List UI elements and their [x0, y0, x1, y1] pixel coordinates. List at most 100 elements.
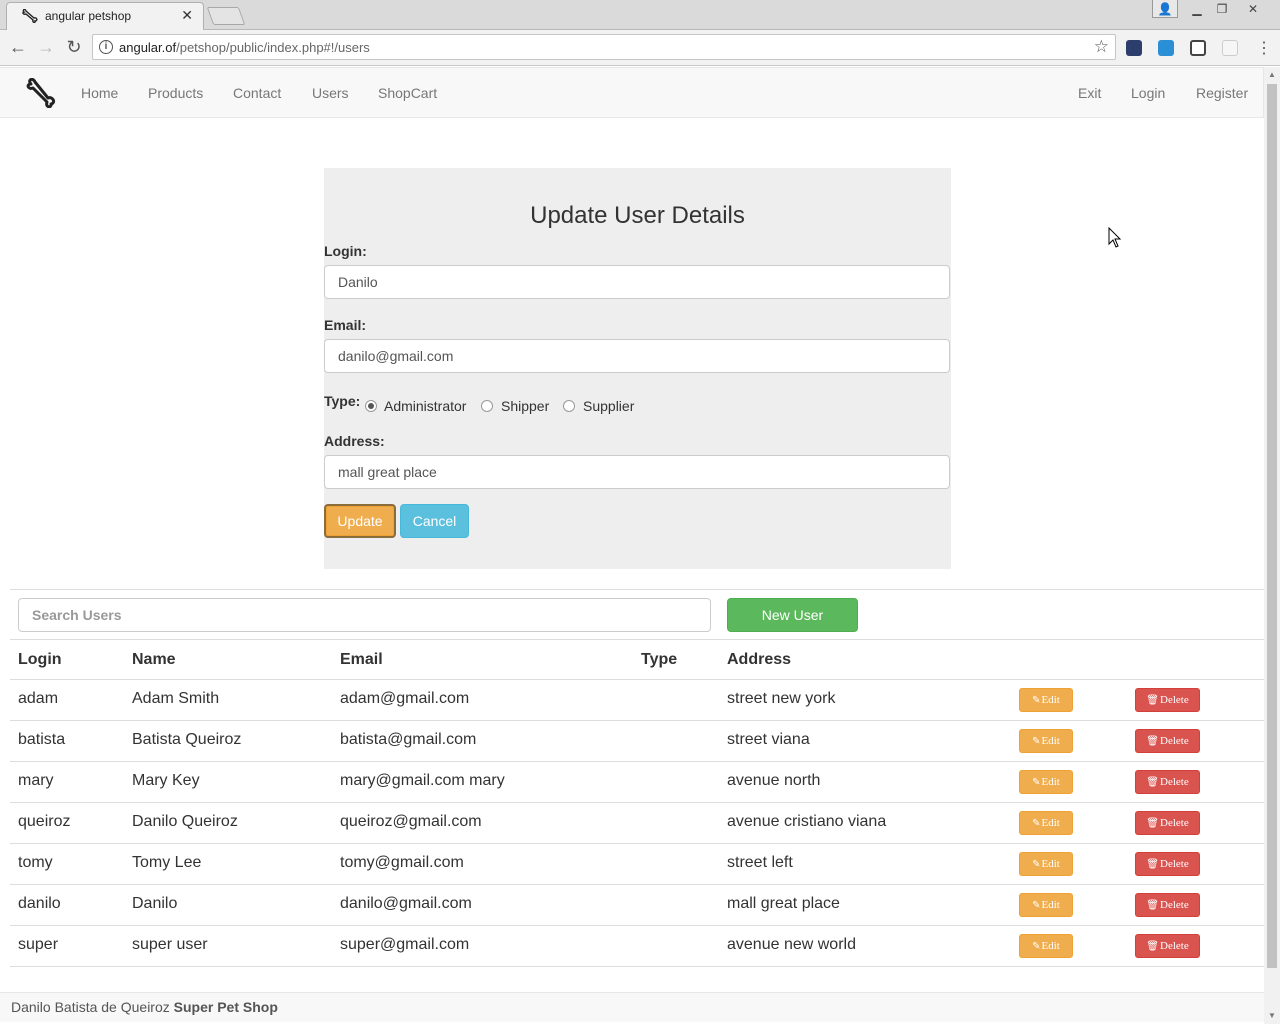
column-header-email: Email	[340, 651, 383, 668]
cell-email: mary@gmail.com mary	[340, 772, 505, 789]
extension-icon[interactable]	[1158, 40, 1174, 56]
user-profile-icon[interactable]: 👤	[1152, 0, 1178, 18]
update-user-panel: Update User Details Login: Danilo Email:…	[324, 168, 951, 569]
table-row: adam Adam Smith adam@gmail.com street new y…	[10, 679, 1264, 720]
close-tab-icon[interactable]: ✕	[181, 7, 193, 24]
bone-icon[interactable]	[24, 78, 58, 108]
trash-icon: 🗑	[1146, 818, 1159, 829]
nav-shopcart[interactable]: ShopCart	[378, 85, 437, 101]
radio-label-administrator: Administrator	[384, 398, 467, 414]
browser-tab[interactable]: angular petshop ✕	[6, 2, 204, 30]
edit-button[interactable]: ✎Edit	[1019, 811, 1073, 835]
nav-users[interactable]: Users	[312, 85, 349, 101]
extension-icon[interactable]	[1126, 40, 1142, 56]
minimize-icon[interactable]: ▁	[1184, 0, 1210, 18]
cell-login: batista	[18, 731, 66, 748]
cell-name: Adam Smith	[132, 690, 220, 707]
address-field[interactable]: mall great place	[324, 455, 950, 489]
close-window-icon[interactable]: ✕	[1240, 0, 1266, 18]
page-viewport: Home Products Contact Users ShopCart Exi…	[0, 67, 1280, 1024]
trash-icon: 🗑	[1146, 859, 1159, 870]
extension-icon[interactable]	[1222, 40, 1238, 56]
vertical-scrollbar[interactable]: ▲ ▼	[1264, 67, 1280, 1024]
new-tab-button[interactable]	[206, 7, 246, 25]
edit-icon: ✎	[1032, 859, 1041, 870]
delete-button[interactable]: 🗑Delete	[1135, 688, 1200, 712]
edit-button[interactable]: ✎Edit	[1019, 729, 1073, 753]
table-row: tomy Tomy Lee tomy@gmail.com street left ✎Ed…	[10, 843, 1264, 884]
edit-button[interactable]: ✎Edit	[1019, 893, 1073, 917]
address-label: Address:	[324, 433, 385, 449]
table-row: queiroz Danilo Queiroz queiroz@gmail.com av…	[10, 802, 1264, 843]
table-row: super super user super@gmail.com avenue new…	[10, 925, 1264, 966]
delete-button[interactable]: 🗑Delete	[1135, 893, 1200, 917]
email-field[interactable]: danilo@gmail.com	[324, 339, 950, 373]
new-user-button[interactable]: New User	[727, 598, 858, 632]
nav-register[interactable]: Register	[1196, 85, 1248, 101]
cell-name: Mary Key	[132, 772, 200, 789]
radio-shipper[interactable]	[481, 400, 493, 412]
edit-button[interactable]: ✎Edit	[1019, 770, 1073, 794]
update-button[interactable]: Update	[324, 504, 396, 538]
search-input[interactable]: Search Users	[18, 598, 711, 632]
scroll-up-arrow-icon[interactable]: ▲	[1264, 67, 1280, 83]
radio-supplier[interactable]	[563, 400, 575, 412]
edit-button[interactable]: ✎Edit	[1019, 852, 1073, 876]
forward-arrow-icon[interactable]: →	[34, 36, 58, 58]
cancel-button[interactable]: Cancel	[400, 504, 469, 538]
login-field[interactable]: Danilo	[324, 265, 950, 299]
cell-address: street left	[727, 854, 793, 871]
delete-button[interactable]: 🗑Delete	[1135, 852, 1200, 876]
divider	[10, 589, 1264, 590]
scroll-thumb[interactable]	[1267, 84, 1277, 968]
cell-email: danilo@gmail.com	[340, 895, 472, 912]
edit-label: Edit	[1041, 776, 1060, 788]
nav-home[interactable]: Home	[81, 85, 118, 101]
back-arrow-icon[interactable]: ←	[6, 36, 30, 58]
cell-login: super	[18, 936, 59, 953]
delete-label: Delete	[1160, 858, 1189, 870]
trash-icon: 🗑	[1146, 736, 1159, 747]
nav-contact[interactable]: Contact	[233, 85, 281, 101]
edit-icon: ✎	[1032, 900, 1041, 911]
edit-icon: ✎	[1032, 695, 1041, 706]
nav-exit[interactable]: Exit	[1078, 85, 1101, 101]
browser-menu-icon[interactable]: ⋮	[1256, 38, 1272, 58]
info-icon[interactable]: i	[99, 40, 113, 54]
edit-label: Edit	[1041, 940, 1060, 952]
delete-button[interactable]: 🗑Delete	[1135, 770, 1200, 794]
bookmark-star-icon[interactable]: ☆	[1094, 37, 1109, 57]
trash-icon: 🗑	[1146, 695, 1159, 706]
edit-button[interactable]: ✎Edit	[1019, 688, 1073, 712]
edit-icon: ✎	[1032, 777, 1041, 788]
cell-email: tomy@gmail.com	[340, 854, 464, 871]
browser-toolbar: ← → ↻ i angular.of/petshop/public/index.…	[0, 30, 1280, 66]
url-text: angular.of/petshop/public/index.php#!/us…	[119, 40, 370, 55]
nav-products[interactable]: Products	[148, 85, 203, 101]
table-row: danilo Danilo danilo@gmail.com mall great p…	[10, 884, 1264, 925]
delete-button[interactable]: 🗑Delete	[1135, 934, 1200, 958]
delete-label: Delete	[1160, 940, 1189, 952]
cell-login: queiroz	[18, 813, 71, 830]
url-host: angular.of	[119, 40, 177, 55]
cell-login: tomy	[18, 854, 53, 871]
address-bar[interactable]: i angular.of/petshop/public/index.php#!/…	[92, 34, 1116, 60]
cell-name: super user	[132, 936, 208, 953]
reload-icon[interactable]: ↻	[62, 36, 86, 58]
trash-icon: 🗑	[1146, 941, 1159, 952]
footer-shop-name: Super Pet Shop	[173, 999, 278, 1015]
cell-address: avenue cristiano viana	[727, 813, 887, 830]
edit-button[interactable]: ✎Edit	[1019, 934, 1073, 958]
extension-icon[interactable]	[1190, 40, 1206, 56]
delete-button[interactable]: 🗑Delete	[1135, 811, 1200, 835]
nav-login[interactable]: Login	[1131, 85, 1165, 101]
cell-address: mall great place	[727, 895, 840, 912]
delete-button[interactable]: 🗑Delete	[1135, 729, 1200, 753]
site-navbar: Home Products Contact Users ShopCart Exi…	[0, 67, 1264, 118]
scroll-down-arrow-icon[interactable]: ▼	[1264, 1008, 1280, 1024]
cell-email: batista@gmail.com	[340, 731, 477, 748]
restore-icon[interactable]: ❐	[1209, 0, 1235, 18]
cell-address: avenue north	[727, 772, 821, 789]
edit-label: Edit	[1041, 858, 1060, 870]
radio-administrator[interactable]	[365, 400, 377, 412]
